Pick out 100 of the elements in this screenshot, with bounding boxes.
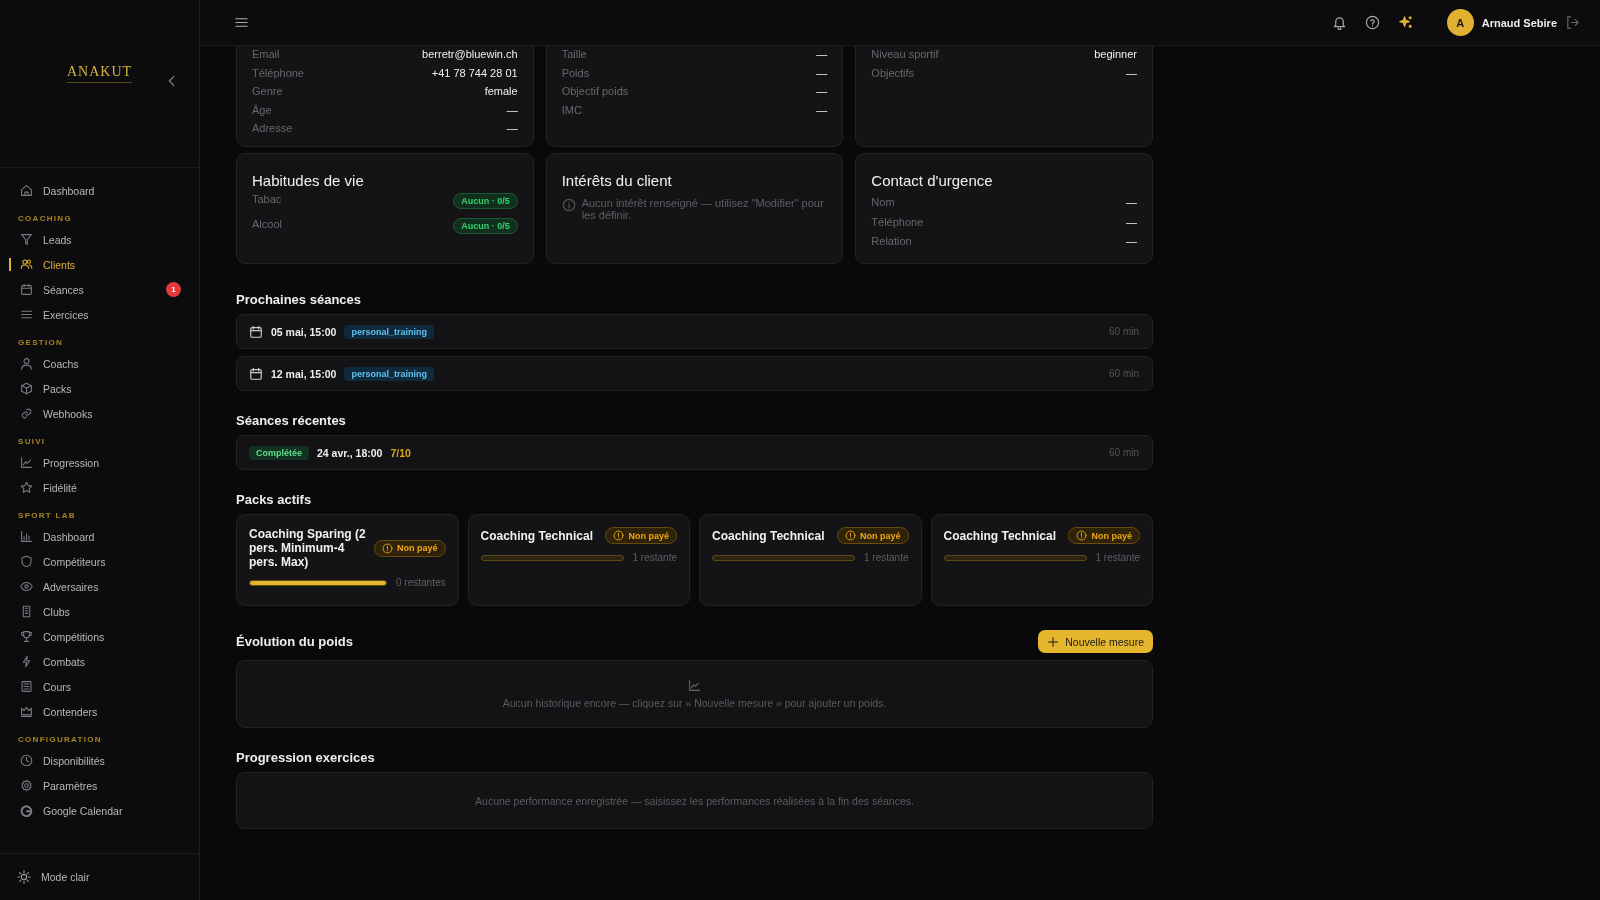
- nav-item[interactable]: Progression: [0, 450, 199, 475]
- help-button[interactable]: [1364, 15, 1380, 30]
- logout-icon: [1565, 15, 1580, 30]
- notifications-button[interactable]: [1331, 15, 1347, 30]
- nav-item[interactable]: Contenders: [0, 699, 199, 724]
- remaining-count: 1 restante: [632, 552, 677, 564]
- alert-icon: [845, 530, 856, 542]
- nav-item[interactable]: Packs: [0, 376, 199, 401]
- assistant-button[interactable]: [1397, 15, 1413, 30]
- field-label: Objectif poids: [561, 85, 629, 98]
- nav-item[interactable]: Compétiteurs: [0, 549, 199, 574]
- logout-button[interactable]: [1565, 15, 1580, 30]
- sparkle-icon: [1397, 15, 1413, 30]
- home-icon: [20, 184, 33, 197]
- field-label: Niveau sportif: [871, 48, 939, 61]
- field-value: berretr@bluewin.ch: [422, 48, 518, 61]
- nav-item[interactable]: Cours: [0, 674, 199, 699]
- clock-icon: [20, 754, 33, 767]
- session-row[interactable]: Complétée 24 avr., 18:00 7/10 60 min: [236, 435, 1153, 471]
- field-label: Taille: [561, 48, 587, 61]
- nav-item[interactable]: Dashboard: [0, 524, 199, 549]
- section-label: SUIVI: [17, 437, 47, 446]
- bell-icon: [1331, 15, 1347, 30]
- field-value: —: [816, 66, 828, 79]
- session-row[interactable]: 12 mai, 15:00 personal_training 60 min: [236, 356, 1153, 392]
- crown-icon: [20, 705, 33, 718]
- section-label: SPORT LAB: [17, 511, 77, 520]
- field-label: Poids: [561, 66, 590, 79]
- field-label: Âge: [252, 103, 272, 116]
- nav-item[interactable]: Clients: [0, 252, 199, 277]
- empty-message: Aucun intérêt renseigné — utilisez "Modifier" pour les définir.: [581, 196, 825, 222]
- nav-item[interactable]: Clubs: [0, 599, 199, 624]
- menu-icon: [234, 15, 249, 30]
- field-label: Adresse: [252, 122, 293, 135]
- new-measure-button[interactable]: Nouvelle mesure: [1038, 630, 1153, 654]
- session-type-tag: personal_training: [344, 366, 434, 381]
- bar-chart-icon: [20, 530, 33, 543]
- field-label: Téléphone: [252, 66, 304, 79]
- trophy-icon: [20, 630, 33, 643]
- field-value: —: [506, 122, 518, 135]
- nav-item[interactable]: Paramètres: [0, 773, 199, 798]
- field-label: Nom: [871, 196, 895, 209]
- brand-logo: ANAKUT: [66, 64, 133, 83]
- theme-toggle[interactable]: Mode clair: [0, 853, 199, 900]
- line-chart-icon: [688, 679, 701, 693]
- session-date: 05 mai, 15:00: [271, 325, 337, 338]
- lightning-icon: [20, 655, 33, 668]
- field-label: Tabac: [252, 192, 282, 205]
- nav-item[interactable]: Disponibilités: [0, 748, 199, 773]
- pack-name: Coaching Sparing (2 pers. Minimum-4 pers. Max): [249, 527, 367, 570]
- filter-icon: [20, 233, 33, 246]
- field-label: Objectifs: [871, 66, 915, 79]
- payment-status-tag: Non payé: [1068, 527, 1140, 545]
- menu-button[interactable]: [234, 15, 249, 30]
- pack-name: Coaching Technical: [943, 528, 1056, 543]
- remaining-count: 1 restante: [864, 552, 909, 564]
- star-icon: [20, 481, 33, 494]
- field-label: Relation: [871, 235, 912, 248]
- payment-status-tag: Non payé: [605, 527, 677, 545]
- field-label: Genre: [252, 85, 283, 98]
- calendar-icon: [249, 324, 263, 339]
- building-icon: [20, 605, 33, 618]
- eye-icon: [20, 580, 33, 593]
- nav-item[interactable]: Séances 1: [0, 277, 199, 302]
- field-value: beginner: [1094, 48, 1137, 61]
- count-badge: 1: [166, 282, 181, 297]
- nav-item[interactable]: Combats: [0, 649, 199, 674]
- section-label: COACHING: [17, 214, 73, 223]
- user-icon: [20, 357, 33, 370]
- section-title: Packs actifs: [236, 492, 313, 508]
- field-value: —: [506, 103, 518, 116]
- card-title: Intérêts du client: [561, 171, 673, 189]
- nav-item[interactable]: Compétitions: [0, 624, 199, 649]
- nav-item[interactable]: Webhooks: [0, 401, 199, 426]
- alert-icon: [1076, 530, 1088, 542]
- calendar-icon: [249, 366, 263, 381]
- nav-item[interactable]: Dashboard: [0, 178, 199, 203]
- alert-icon: [382, 542, 393, 554]
- document-icon: [20, 680, 33, 693]
- field-value: —: [816, 103, 828, 116]
- field-value: —: [1126, 196, 1137, 209]
- field-value: —: [816, 85, 828, 98]
- shield-icon: [20, 555, 33, 568]
- nav-item[interactable]: Coachs: [0, 351, 199, 376]
- nav-item[interactable]: Exercices: [0, 302, 199, 327]
- payment-status-tag: Non payé: [837, 527, 909, 545]
- calendar-icon: [20, 283, 33, 296]
- session-date: 12 mai, 15:00: [271, 367, 337, 380]
- card-title: Habitudes de vie: [252, 171, 365, 189]
- plus-icon: [1047, 635, 1060, 648]
- session-row[interactable]: 05 mai, 15:00 personal_training 60 min: [236, 314, 1153, 350]
- field-label: IMC: [561, 103, 582, 116]
- field-value: —: [1126, 235, 1137, 248]
- nav-item[interactable]: Leads: [0, 227, 199, 252]
- nav-item[interactable]: Google Calendar: [0, 798, 199, 823]
- nav-item[interactable]: Fidélité: [0, 475, 199, 500]
- empty-message: Aucun historique encore — cliquez sur « Nouvelle mesure » pour ajouter un poids.: [502, 697, 887, 710]
- settings-icon: [20, 779, 33, 792]
- nav-item[interactable]: Adversaires: [0, 574, 199, 599]
- user-avatar[interactable]: A: [1446, 9, 1474, 36]
